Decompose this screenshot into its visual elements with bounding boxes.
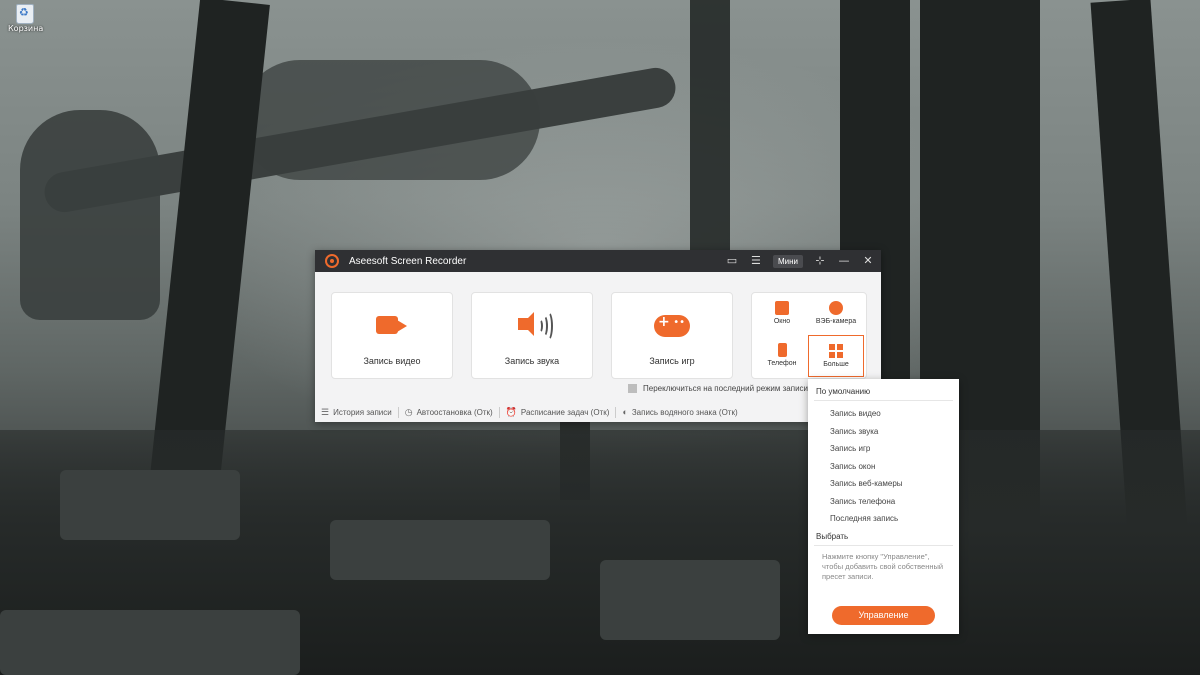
app-logo-icon (325, 254, 339, 268)
bottom-toolbar: ☰ История записи ◷ Автоостановка (Отк) ⏰… (315, 402, 881, 422)
alarm-icon: ⏰ (506, 407, 517, 418)
pin-icon[interactable]: ⊹ (813, 250, 827, 272)
auto-stop-label: Автоостановка (Отк) (417, 408, 493, 417)
app-window: Aseesoft Screen Recorder ▭ ☰ Мини ⊹ — ✕ … (315, 250, 881, 422)
list-icon: ☰ (321, 407, 329, 418)
menu-icon[interactable]: ☰ (749, 250, 763, 272)
switch-last-mode-label: Переключиться на последний режим записи (643, 384, 808, 393)
switch-last-mode-checkbox[interactable] (628, 384, 637, 393)
card-label: Запись звука (472, 356, 592, 366)
video-camera-icon (374, 310, 410, 340)
divider (814, 400, 953, 401)
rock (0, 610, 300, 675)
auto-stop-button[interactable]: ◷ Автоостановка (Отк) (399, 407, 500, 418)
rock (330, 520, 550, 580)
manage-button[interactable]: Управление (832, 606, 935, 625)
desktop-icon-label: Корзина (8, 24, 42, 33)
rock-arch-mid (240, 60, 540, 180)
mini-mode-button[interactable]: Мини (773, 255, 803, 268)
speaker-icon (514, 310, 550, 340)
close-icon[interactable]: ✕ (861, 250, 875, 272)
webcam-record-button[interactable]: ВЭБ-камера (808, 293, 864, 335)
record-history-button[interactable]: ☰ История записи (315, 407, 399, 418)
rock (600, 560, 780, 640)
task-schedule-label: Расписание задач (Отк) (521, 408, 610, 417)
gamepad-icon (654, 310, 690, 340)
preset-video[interactable]: Запись видео (808, 405, 959, 423)
window-title: Aseesoft Screen Recorder (349, 256, 466, 267)
window-record-label: Окно (754, 318, 810, 325)
tree-trunk (690, 0, 730, 260)
drop-icon: ◐ (622, 407, 627, 417)
main-panel: Запись видео Запись звука Запись игр Окн… (315, 272, 881, 422)
more-modes-panel: Окно ВЭБ-камера Телефон Больше (751, 292, 867, 379)
preset-webcam[interactable]: Запись веб-камеры (808, 475, 959, 493)
webcam-record-label: ВЭБ-камера (808, 318, 864, 325)
grid-icon (829, 344, 843, 358)
divider (814, 545, 953, 546)
default-presets-header: По умолчанию (808, 379, 959, 396)
presets-dropdown: По умолчанию Запись видео Запись звука З… (808, 379, 959, 634)
preset-audio[interactable]: Запись звука (808, 423, 959, 441)
minimize-icon[interactable]: — (837, 250, 851, 272)
watermark-button[interactable]: ◐ Запись водяного знака (Отк) (616, 407, 743, 417)
card-label: Запись видео (332, 356, 452, 366)
watermark-label: Запись водяного знака (Отк) (632, 408, 738, 417)
preset-game[interactable]: Запись игр (808, 440, 959, 458)
webcam-icon (829, 301, 843, 315)
task-schedule-button[interactable]: ⏰ Расписание задач (Отк) (500, 407, 617, 418)
switch-last-mode-option[interactable]: Переключиться на последний режим записи (628, 384, 808, 393)
title-bar-controls: ▭ ☰ Мини ⊹ — ✕ (725, 250, 875, 272)
preset-last[interactable]: Последняя запись (808, 510, 959, 528)
video-recorder-card[interactable]: Запись видео (331, 292, 453, 379)
game-recorder-card[interactable]: Запись игр (611, 292, 733, 379)
phone-record-label: Телефон (754, 360, 810, 367)
phone-icon (778, 343, 787, 357)
feedback-icon[interactable]: ▭ (725, 250, 739, 272)
more-label: Больше (809, 361, 863, 368)
phone-record-button[interactable]: Телефон (754, 335, 810, 377)
preset-window[interactable]: Запись окон (808, 458, 959, 476)
recycle-bin-shortcut[interactable]: Корзина (8, 4, 42, 33)
rock-arch-left (20, 110, 160, 320)
card-label: Запись игр (612, 356, 732, 366)
recycle-bin-icon (16, 4, 34, 24)
audio-recorder-card[interactable]: Запись звука (471, 292, 593, 379)
custom-preset-hint: Нажмите кнопку "Управление", чтобы добав… (808, 550, 959, 582)
more-button[interactable]: Больше (808, 335, 864, 377)
window-icon (775, 301, 789, 315)
title-bar: Aseesoft Screen Recorder ▭ ☰ Мини ⊹ — ✕ (315, 250, 881, 272)
record-history-label: История записи (333, 408, 392, 417)
preset-phone[interactable]: Запись телефона (808, 493, 959, 511)
window-record-button[interactable]: Окно (754, 293, 810, 335)
clock-icon: ◷ (405, 407, 413, 418)
rock (60, 470, 240, 540)
custom-presets-header: Выбрать (808, 528, 959, 541)
